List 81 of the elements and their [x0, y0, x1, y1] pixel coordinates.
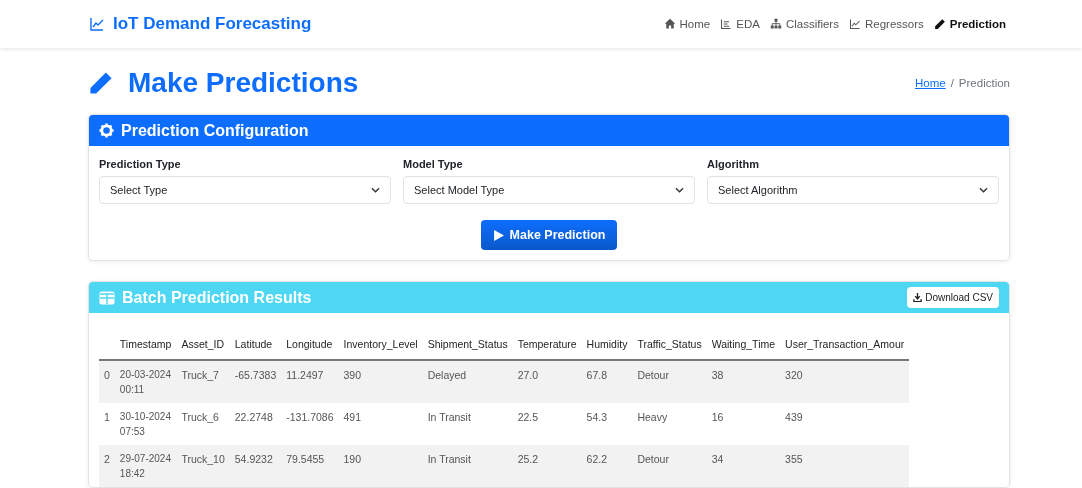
table-cell: 34 — [711, 453, 724, 465]
column-header: Inventory_Level — [343, 338, 418, 350]
table-cell: 355 — [785, 453, 803, 465]
table-cell: 30-10-2024 07:53 — [119, 411, 171, 437]
column-header: Asset_ID — [181, 338, 224, 350]
table-cell: 491 — [343, 411, 362, 423]
table-cell: 25.2 — [517, 453, 539, 465]
breadcrumb-current: Prediction — [958, 77, 1010, 89]
table-cell: 16 — [711, 411, 724, 423]
table-cell: 29-07-2024 18:42 — [119, 453, 171, 479]
table-cell: 390 — [343, 369, 362, 381]
breadcrumb-link[interactable]: Home — [914, 77, 946, 89]
nav-link[interactable]: Prediction — [933, 18, 1006, 30]
table-cell: 20-03-2024 00:11 — [119, 369, 171, 395]
table-cell: Heavy — [637, 411, 668, 423]
table-cell: Detour — [637, 453, 669, 465]
line-chart-icon — [848, 18, 861, 30]
hierarchy-icon — [769, 18, 782, 30]
field-label: Model Type — [403, 158, 464, 170]
column-header: Temperature — [517, 338, 577, 350]
row-index: 1 — [104, 411, 110, 423]
gear-icon — [99, 123, 114, 138]
table-cell: 67.8 — [586, 369, 608, 381]
table-cell: Truck_10 — [181, 453, 225, 465]
chevron-down-icon — [979, 187, 988, 193]
nav-link[interactable]: Classifiers — [769, 18, 839, 30]
field-label: Algorithm — [707, 158, 760, 170]
table-cell: 190 — [343, 453, 362, 465]
card-title: Batch Prediction Results — [122, 288, 312, 307]
table-cell: 22.5 — [517, 411, 539, 423]
table-cell: In Transit — [427, 411, 471, 423]
line-chart-icon — [88, 16, 106, 32]
brand-title[interactable]: IoT Demand Forecasting — [113, 14, 312, 34]
table-cell: 27.0 — [517, 369, 539, 381]
column-header: Shipment_Status — [427, 338, 508, 350]
download-csv-button[interactable]: Download CSV — [907, 287, 999, 308]
table-cell: In Transit — [427, 453, 471, 465]
table-cell: Truck_6 — [181, 411, 219, 423]
make-prediction-button[interactable]: Make Prediction — [480, 220, 618, 250]
table-cell: 11.2497 — [286, 369, 324, 381]
play-icon — [492, 229, 504, 241]
pencil-icon — [88, 70, 114, 96]
nav-link[interactable]: EDA — [720, 18, 760, 30]
table-cell: Truck_7 — [181, 369, 219, 381]
pencil-icon — [933, 18, 946, 30]
table-cell: 320 — [785, 369, 803, 381]
table-cell: 54.3 — [586, 411, 608, 423]
select-field[interactable]: Select Type — [99, 176, 391, 204]
bar-chart-icon — [720, 18, 733, 30]
nav-link[interactable]: Regressors — [848, 18, 924, 30]
table-cell: 38 — [711, 369, 724, 381]
select-field[interactable]: Select Algorithm — [707, 176, 999, 204]
table-cell: 439 — [785, 411, 803, 423]
table-icon — [99, 290, 115, 305]
table-cell: 62.2 — [586, 453, 608, 465]
table-cell: Detour — [637, 369, 669, 381]
row-index: 0 — [104, 369, 110, 381]
breadcrumb-separator: / — [950, 77, 954, 89]
column-header: User_Transaction_Amour — [785, 338, 905, 350]
table-cell: 54.9232 — [234, 453, 273, 465]
column-header: Humidity — [586, 338, 628, 350]
table-cell: Delayed — [427, 369, 467, 381]
nav-link[interactable]: Home — [663, 18, 711, 30]
column-header: Timestamp — [119, 338, 172, 350]
column-header: Traffic_Status — [637, 338, 702, 350]
download-icon — [913, 293, 923, 302]
field-label: Prediction Type — [99, 158, 182, 170]
column-header: Latitude — [234, 338, 273, 350]
chevron-down-icon — [371, 187, 380, 193]
select-field[interactable]: Select Model Type — [403, 176, 695, 204]
card-title: Prediction Configuration — [121, 121, 309, 140]
chevron-down-icon — [675, 187, 684, 193]
table-cell: -65.7383 — [234, 369, 277, 381]
table-cell: 79.5455 — [286, 453, 325, 465]
home-icon — [663, 18, 676, 30]
row-index: 2 — [104, 453, 110, 465]
column-header: Longitude — [286, 338, 333, 350]
page-title: Make Predictions — [128, 67, 359, 99]
table-cell: 22.2748 — [234, 411, 273, 423]
table-cell: -131.7086 — [286, 411, 334, 423]
column-header: Waiting_Time — [711, 338, 776, 350]
